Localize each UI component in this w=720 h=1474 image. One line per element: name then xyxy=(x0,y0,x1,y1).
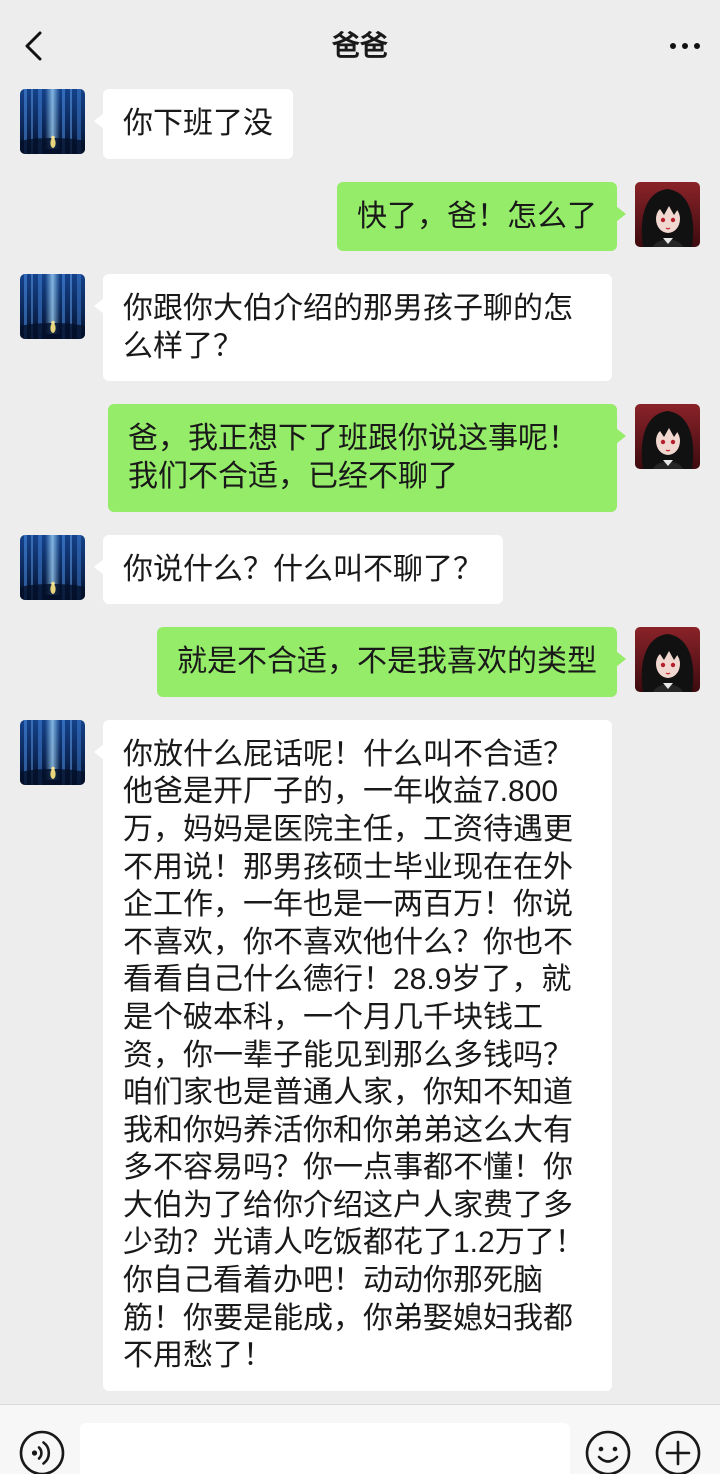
message-text-line: 筋！你要是能成，你弟娶媳妇我都 xyxy=(123,1301,573,1335)
message-text-line: 爸，我正想下了班跟你说这事呢！ xyxy=(128,422,578,456)
voice-button[interactable] xyxy=(18,1429,66,1474)
emoji-button[interactable] xyxy=(584,1429,632,1474)
message-row: 你说什么？什么叫不聊了？ xyxy=(20,534,700,605)
message-row: 你放什么屁话呢！什么叫不合适？ 他爸是开厂子的，一年收益7.800 万，妈妈是医… xyxy=(20,719,700,1391)
more-dots-icon xyxy=(670,43,700,49)
message-text-line: 你自己看着办吧！动动你那死脑 xyxy=(123,1264,543,1298)
message-row: 就是不合适，不是我喜欢的类型 xyxy=(20,627,700,697)
incoming-message-bubble[interactable]: 你下班了没 xyxy=(94,89,293,159)
message-text-line: 他爸是开厂子的，一年收益7.800 xyxy=(123,775,559,809)
self-avatar[interactable] xyxy=(635,404,700,469)
message-text-line: 多不容易吗？你一点事都不懂！你 xyxy=(123,1151,573,1185)
message-row: 爸，我正想下了班跟你说这事呢！ 我们不合适，已经不聊了 xyxy=(20,404,700,512)
back-button[interactable] xyxy=(18,28,50,64)
contact-avatar[interactable] xyxy=(20,274,85,339)
message-text-line: 你说什么？什么叫不聊了？ xyxy=(123,552,483,586)
plus-icon xyxy=(655,1430,701,1474)
message-text-line: 么样了？ xyxy=(123,329,243,363)
incoming-message-bubble[interactable]: 你放什么屁话呢！什么叫不合适？ 他爸是开厂子的，一年收益7.800 万，妈妈是医… xyxy=(94,719,612,1391)
outgoing-message-bubble[interactable]: 爸，我正想下了班跟你说这事呢！ 我们不合适，已经不聊了 xyxy=(108,404,626,512)
self-avatar[interactable] xyxy=(635,182,700,247)
chat-screen: 爸爸 你下班了没 快了，爸！怎么了 你跟你大伯介绍的那男孩子聊的怎 么样了？ 爸… xyxy=(0,0,720,1474)
more-button[interactable] xyxy=(664,32,706,60)
outgoing-message-bubble[interactable]: 就是不合适，不是我喜欢的类型 xyxy=(157,627,626,697)
contact-avatar[interactable] xyxy=(20,720,85,785)
message-input[interactable] xyxy=(80,1423,570,1474)
plus-button[interactable] xyxy=(654,1429,702,1474)
message-text-line: 你下班了没 xyxy=(123,107,273,140)
contact-avatar[interactable] xyxy=(20,535,85,600)
message-text-line: 是个破本科，一个月几千块钱工 xyxy=(123,1000,543,1034)
incoming-message-bubble[interactable]: 你说什么？什么叫不聊了？ xyxy=(94,534,503,605)
message-row: 快了，爸！怎么了 xyxy=(20,181,700,252)
message-text-line: 就是不合适，不是我喜欢的类型 xyxy=(177,645,597,679)
message-text-line: 不用愁了！ xyxy=(123,1339,273,1373)
message-text-line: 资，你一辈子能见到那么多钱吗？ xyxy=(123,1038,573,1072)
emoji-icon xyxy=(585,1430,631,1474)
voice-icon xyxy=(19,1430,65,1474)
message-text-line: 少劲？光请人吃饭都花了1.2万了！ xyxy=(123,1226,585,1260)
chat-header: 爸爸 xyxy=(0,0,720,88)
message-text-line: 咱们家也是普通人家，你知不知道 xyxy=(123,1076,573,1110)
message-row: 你下班了没 xyxy=(20,89,700,159)
message-text-line: 快了，爸！怎么了 xyxy=(357,199,597,233)
message-text-line: 不喜欢，你不喜欢他什么？你也不 xyxy=(123,925,573,959)
message-text-line: 我和你妈养活你和你弟弟这么大有 xyxy=(123,1113,573,1147)
chevron-left-icon xyxy=(25,31,42,61)
chat-title: 爸爸 xyxy=(331,30,388,61)
message-text-line: 看看自己什么德行！28.9岁了，就 xyxy=(123,963,572,997)
contact-avatar[interactable] xyxy=(20,89,85,154)
message-text-line: 大伯为了给你介绍这户人家费了多 xyxy=(123,1188,573,1222)
message-text-line: 你跟你大伯介绍的那男孩子聊的怎 xyxy=(123,292,573,326)
incoming-message-bubble[interactable]: 你跟你大伯介绍的那男孩子聊的怎 么样了？ xyxy=(94,274,612,382)
self-avatar[interactable] xyxy=(635,627,700,692)
message-list[interactable]: 你下班了没 快了，爸！怎么了 你跟你大伯介绍的那男孩子聊的怎 么样了？ 爸，我正… xyxy=(0,89,720,1391)
outgoing-message-bubble[interactable]: 快了，爸！怎么了 xyxy=(337,181,626,252)
message-text-line: 企工作，一年也是一两百万！你说 xyxy=(123,888,573,922)
message-row: 你跟你大伯介绍的那男孩子聊的怎 么样了？ xyxy=(20,274,700,382)
chat-input-bar xyxy=(0,1404,720,1474)
message-text-line: 你放什么屁话呢！什么叫不合适？ xyxy=(123,737,573,771)
message-text-line: 不用说！那男孩硕士毕业现在在外 xyxy=(123,850,573,884)
message-text-line: 万，妈妈是医院主任，工资待遇更 xyxy=(123,812,573,846)
message-text-line: 我们不合适，已经不聊了 xyxy=(128,459,458,493)
